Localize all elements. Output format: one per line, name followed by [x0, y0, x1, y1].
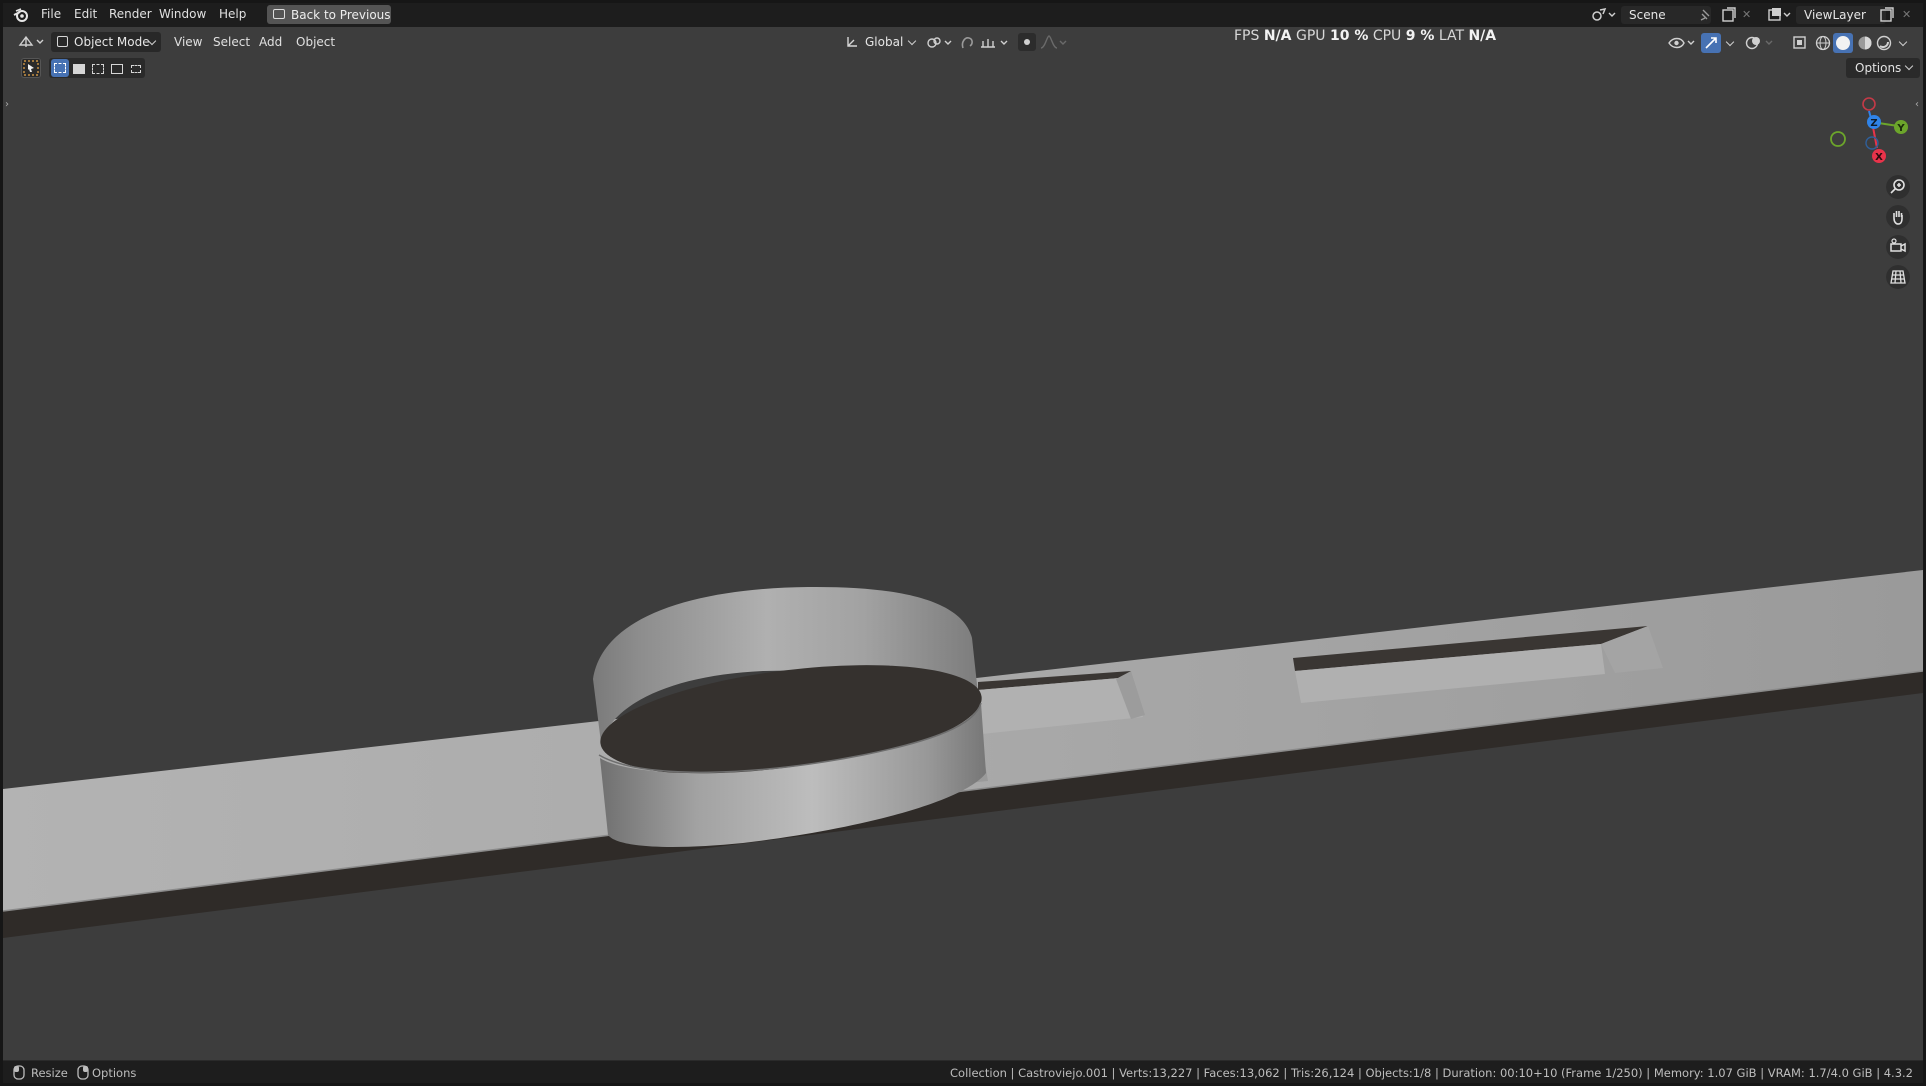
scene-name: Scene	[1629, 8, 1666, 22]
falloff-icon[interactable]	[1039, 34, 1069, 52]
menu-view[interactable]: View	[174, 35, 202, 49]
new-scene-icon[interactable]	[1721, 7, 1737, 23]
lat-label: LAT	[1438, 28, 1465, 44]
lat-value: N/A	[1468, 28, 1497, 44]
selection-mode-extend[interactable]	[70, 59, 88, 77]
grid-icon[interactable]	[1886, 265, 1910, 289]
orientation-label: Global	[865, 35, 904, 49]
object-mode-icon	[57, 36, 68, 47]
gizmo-x-label: X	[1875, 152, 1883, 163]
menu-object[interactable]: Object	[296, 35, 335, 49]
menu-add[interactable]: Add	[259, 35, 282, 49]
scene-close-icon[interactable]: ✕	[1742, 8, 1751, 21]
fps-value: N/A	[1263, 28, 1292, 44]
viewlayer-name: ViewLayer	[1804, 8, 1866, 22]
camera-icon[interactable]	[1886, 235, 1910, 259]
select-tool-button[interactable]	[21, 58, 41, 78]
cpu-label: CPU	[1372, 28, 1402, 44]
selection-mode-new[interactable]	[51, 59, 69, 77]
wireframe-shading-icon[interactable]	[1814, 34, 1832, 52]
status-resize: Resize	[31, 1066, 68, 1080]
pivot-icon[interactable]	[925, 35, 955, 51]
select-subtract-icon	[92, 64, 104, 74]
hand-icon[interactable]	[1886, 205, 1910, 229]
select-invert-icon	[111, 64, 123, 74]
gizmo-neg-x[interactable]	[1862, 97, 1876, 111]
status-bar: Resize Options Collection | Castroviejo.…	[3, 1060, 1923, 1083]
select-intersect-icon	[131, 65, 141, 73]
overlay-icon[interactable]	[1745, 34, 1775, 52]
solid-shading-button[interactable]	[1833, 33, 1853, 53]
selection-mode-subtract[interactable]	[89, 59, 107, 77]
viewlayer-close-icon[interactable]: ✕	[1902, 8, 1911, 21]
object-mode-label: Object Mode	[74, 35, 150, 49]
top-menu-bar: File Edit Render Window Help Back to Pre…	[3, 3, 1923, 27]
gpu-label: GPU	[1295, 28, 1326, 44]
menu-render[interactable]: Render	[109, 7, 152, 21]
select-box-icon	[23, 60, 39, 76]
gizmo-neg-y[interactable]	[1830, 131, 1846, 147]
selection-mode-group	[49, 58, 145, 78]
solid-shading-icon	[1836, 36, 1850, 50]
selection-mode-intersect[interactable]	[127, 59, 145, 77]
cpu-value: 9 %	[1405, 28, 1435, 44]
scene-field[interactable]: Scene	[1621, 6, 1711, 24]
chevron-down-icon[interactable]	[1725, 37, 1735, 47]
selection-mode-invert[interactable]	[108, 59, 126, 77]
visibility-icon[interactable]	[1667, 34, 1697, 52]
snap-icon[interactable]	[959, 34, 977, 52]
menu-select[interactable]: Select	[213, 35, 250, 49]
editor-type-icon[interactable]	[17, 33, 47, 51]
menu-file[interactable]: File	[41, 7, 61, 21]
gizmo-toggle-button[interactable]	[1701, 33, 1721, 53]
mouse-icon	[77, 1065, 89, 1080]
proportional-icon	[1024, 39, 1030, 45]
object-mode-dropdown[interactable]: Object Mode	[51, 32, 161, 52]
gizmo-icon	[1705, 37, 1717, 49]
chevron-down-icon	[1904, 61, 1914, 71]
toolbar-expand-icon[interactable]: ›	[5, 99, 9, 110]
chevron-down-icon[interactable]	[1898, 37, 1908, 47]
back-icon	[273, 9, 285, 19]
viewlayer-field[interactable]: ViewLayer	[1796, 6, 1886, 24]
scene-icon[interactable]	[1591, 7, 1617, 23]
mouse-icon	[13, 1065, 25, 1080]
xray-icon[interactable]	[1791, 34, 1809, 52]
proportional-editing-button[interactable]	[1018, 33, 1036, 51]
rendered-shading-icon[interactable]	[1875, 34, 1893, 52]
menu-help[interactable]: Help	[219, 7, 246, 21]
back-to-previous-label: Back to Previous	[291, 8, 391, 22]
orientation-icon	[847, 37, 857, 47]
select-extend-icon	[73, 64, 85, 74]
chevron-down-icon	[907, 36, 917, 46]
options-dropdown[interactable]: Options	[1846, 58, 1920, 78]
zoom-icon[interactable]	[1886, 175, 1910, 199]
snap-target-icon[interactable]	[979, 34, 1013, 52]
blender-window: File Edit Render Window Help Back to Pre…	[3, 3, 1923, 1083]
pin-icon[interactable]	[1699, 8, 1713, 22]
options-label: Options	[1855, 61, 1902, 75]
blender-logo-icon[interactable]	[12, 6, 30, 24]
status-info: Collection | Castroviejo.001 | Verts:13,…	[950, 1066, 1913, 1080]
viewport-header: Object Mode View Select Add Object Globa…	[3, 27, 1923, 59]
gizmo-z-label: Z	[1870, 118, 1877, 129]
back-to-previous-button[interactable]: Back to Previous	[267, 5, 391, 24]
fps-label: FPS	[1234, 28, 1260, 44]
navigation-gizmo[interactable]: Z Y X	[1823, 95, 1913, 175]
performance-overlay: FPS N/A GPU 10 % CPU 9 % LAT N/A	[1234, 28, 1496, 44]
gpu-value: 10 %	[1329, 28, 1369, 44]
status-options: Options	[92, 1066, 137, 1080]
sidebar-expand-icon[interactable]: ‹	[1915, 99, 1919, 110]
new-viewlayer-icon[interactable]	[1879, 7, 1895, 23]
viewport-3d[interactable]	[3, 3, 1923, 1083]
material-shading-icon[interactable]	[1856, 34, 1874, 52]
viewlayer-icon[interactable]	[1767, 7, 1793, 23]
gizmo-y-label: Y	[1896, 123, 1905, 134]
select-new-icon	[54, 63, 66, 73]
orientation-dropdown[interactable]: Global	[841, 32, 921, 52]
menu-edit[interactable]: Edit	[74, 7, 97, 21]
menu-window[interactable]: Window	[159, 7, 206, 21]
